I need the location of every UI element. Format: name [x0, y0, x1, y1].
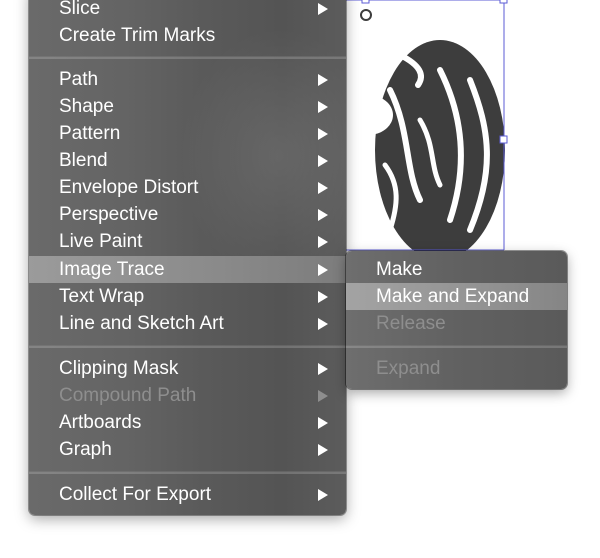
- image-trace-submenu: Make Make and Expand Release Expand: [346, 251, 567, 389]
- artboard-canvas[interactable]: Slice Create Trim Marks Path Shape Patte…: [0, 0, 600, 558]
- submenu-arrow-icon: [318, 74, 328, 86]
- menu-item-label: Envelope Distort: [59, 177, 199, 198]
- menu-item-label: Image Trace: [59, 259, 165, 280]
- menu-item-label: Live Paint: [59, 231, 143, 252]
- menu-item-blend[interactable]: Blend: [29, 147, 346, 174]
- submenu-item-make[interactable]: Make: [346, 256, 567, 283]
- menu-item-collect-for-export[interactable]: Collect For Export: [29, 481, 346, 508]
- submenu-arrow-icon: [318, 363, 328, 375]
- menu-item-label: Create Trim Marks: [59, 25, 216, 46]
- menu-item-path[interactable]: Path: [29, 66, 346, 93]
- menu-item-label: Graph: [59, 439, 112, 460]
- menu-item-label: Artboards: [59, 412, 142, 433]
- menu-item-image-trace[interactable]: Image Trace: [29, 256, 346, 283]
- menu-item-live-paint[interactable]: Live Paint: [29, 228, 346, 255]
- submenu-arrow-icon: [318, 182, 328, 194]
- submenu-item-release: Release: [346, 310, 567, 337]
- menu-item-envelope-distort[interactable]: Envelope Distort: [29, 174, 346, 201]
- menu-item-label: Blend: [59, 150, 108, 171]
- submenu-item-label: Release: [376, 313, 446, 334]
- menu-item-text-wrap[interactable]: Text Wrap: [29, 283, 346, 310]
- submenu-arrow-icon: [318, 291, 328, 303]
- menu-item-label: Text Wrap: [59, 286, 145, 307]
- submenu-arrow-icon: [318, 128, 328, 140]
- menu-item-label: Pattern: [59, 123, 121, 144]
- menu-item-label: Collect For Export: [59, 484, 212, 505]
- submenu-item-label: Make and Expand: [376, 286, 530, 307]
- submenu-arrow-icon: [318, 390, 328, 402]
- menu-item-perspective[interactable]: Perspective: [29, 201, 346, 228]
- menu-item-label: Clipping Mask: [59, 358, 179, 379]
- object-menu: Slice Create Trim Marks Path Shape Patte…: [29, 0, 346, 515]
- menu-item-graph[interactable]: Graph: [29, 436, 346, 463]
- submenu-item-make-and-expand[interactable]: Make and Expand: [346, 283, 567, 310]
- menu-item-label: Shape: [59, 96, 114, 117]
- submenu-arrow-icon: [318, 444, 328, 456]
- menu-separator: [29, 471, 346, 474]
- menu-item-clipping-mask[interactable]: Clipping Mask: [29, 355, 346, 382]
- submenu-arrow-icon: [318, 3, 328, 15]
- menu-item-compound-path: Compound Path: [29, 382, 346, 409]
- submenu-arrow-icon: [318, 417, 328, 429]
- submenu-item-label: Expand: [376, 358, 441, 379]
- menu-item-artboards[interactable]: Artboards: [29, 409, 346, 436]
- submenu-arrow-icon: [318, 101, 328, 113]
- submenu-arrow-icon: [318, 155, 328, 167]
- menu-separator: [29, 56, 346, 59]
- submenu-arrow-icon: [318, 209, 328, 221]
- menu-item-label: Compound Path: [59, 385, 197, 406]
- submenu-arrow-icon: [318, 264, 328, 276]
- submenu-arrow-icon: [318, 236, 328, 248]
- menu-item-shape[interactable]: Shape: [29, 93, 346, 120]
- menu-item-pattern[interactable]: Pattern: [29, 120, 346, 147]
- menu-item-label: Line and Sketch Art: [59, 313, 224, 334]
- menu-separator: [29, 345, 346, 348]
- submenu-item-expand: Expand: [346, 355, 567, 382]
- menu-item-slice[interactable]: Slice: [29, 0, 346, 22]
- submenu-arrow-icon: [318, 489, 328, 501]
- submenu-item-label: Make: [376, 259, 423, 280]
- menu-item-line-and-sketch-art[interactable]: Line and Sketch Art: [29, 310, 346, 337]
- menu-item-label: Path: [59, 69, 99, 90]
- submenu-separator: [346, 345, 567, 348]
- menu-item-label: Slice: [59, 0, 101, 19]
- menu-item-label: Perspective: [59, 204, 159, 225]
- menu-item-create-trim-marks[interactable]: Create Trim Marks: [29, 22, 346, 49]
- submenu-arrow-icon: [318, 318, 328, 330]
